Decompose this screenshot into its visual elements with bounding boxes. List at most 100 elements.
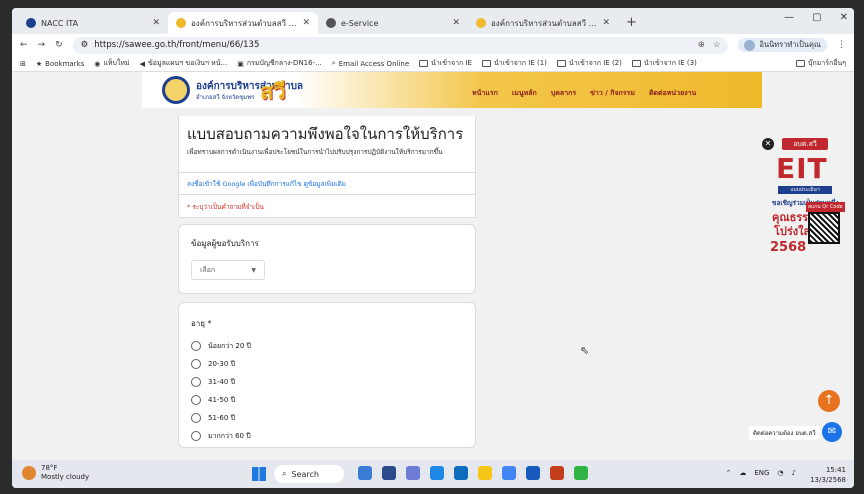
divider bbox=[179, 172, 475, 173]
age-option[interactable]: มากกว่า 60 ปี bbox=[191, 427, 251, 445]
powerpoint-icon[interactable] bbox=[550, 466, 564, 480]
signin-link[interactable]: ลงชื่อเข้าใช้ Google เพื่อบันทึกการแก้ไข… bbox=[187, 179, 346, 189]
star-icon[interactable]: ☆ bbox=[713, 40, 721, 50]
form-title: แบบสอบถามความพึงพอใจในการให้บริการ bbox=[187, 125, 464, 143]
age-option[interactable]: 41-50 ปี bbox=[191, 391, 251, 409]
teams-icon[interactable] bbox=[406, 466, 420, 480]
site-header: องค์การบริหารส่วนตำบล อำเภอสวี จังหวัดชุ… bbox=[142, 72, 762, 108]
other-bookmarks[interactable]: บุ๊กมาร์กอื่นๆ bbox=[796, 58, 846, 69]
wifi-icon[interactable]: ◔ bbox=[777, 469, 783, 477]
weather-widget[interactable]: 78°F Mostly cloudy bbox=[22, 464, 89, 482]
zoom-icon[interactable]: ⊕ bbox=[698, 40, 705, 50]
close-window-icon[interactable]: ✕ bbox=[840, 12, 848, 23]
menu-icon[interactable]: ⋮ bbox=[837, 40, 846, 50]
chevron-down-icon: ▼ bbox=[251, 266, 256, 274]
volume-icon[interactable]: ♪ bbox=[792, 469, 796, 477]
profile-button[interactable]: อินนิทราทำเป็นคุณ bbox=[738, 38, 827, 52]
radio-button[interactable] bbox=[191, 377, 201, 387]
site-nav: หน้าแรก เมนูหลัก บุคลากร ข่าว / กิจกรรม … bbox=[472, 88, 696, 99]
store-icon[interactable] bbox=[454, 466, 468, 480]
form-header-card: แบบสอบถามความพึงพอใจในการให้บริการ เพื่อ… bbox=[178, 116, 476, 218]
close-icon[interactable]: ✕ bbox=[602, 18, 610, 28]
radio-button[interactable] bbox=[191, 341, 201, 351]
language-indicator[interactable]: ENG bbox=[754, 469, 769, 477]
tab-sawee[interactable]: องค์การบริหารส่วนตำบลสวี 13/2 ม.1 ✕ bbox=[168, 12, 318, 34]
windows-start-icon[interactable] bbox=[252, 467, 266, 481]
tab-e-service[interactable]: e-Service ✕ bbox=[318, 12, 468, 34]
reload-icon[interactable]: ↻ bbox=[55, 40, 63, 50]
radio-button[interactable] bbox=[191, 431, 201, 441]
tab-title: องค์การบริหารส่วนตำบลสวี 13/2 ม.1 bbox=[191, 18, 297, 28]
org-logo bbox=[162, 76, 190, 104]
close-icon[interactable]: ✕ bbox=[302, 18, 310, 28]
weather-text: Mostly cloudy bbox=[41, 473, 90, 481]
ad-year: 2568 bbox=[770, 240, 807, 255]
address-bar[interactable]: ⚙ https://sawee.go.th/front/menu/66/135 … bbox=[72, 36, 729, 54]
app-icon[interactable] bbox=[382, 466, 396, 480]
age-option[interactable]: 31-40 ปี bbox=[191, 373, 251, 391]
bookmark-item[interactable]: ◀ ข้อมูลแผนฯ ขอเงินฯ หน้... bbox=[140, 58, 228, 69]
divider bbox=[179, 194, 475, 195]
clock[interactable]: 15:41 13/3/2568 bbox=[810, 465, 846, 485]
bookmark-folder[interactable]: นำเข้าจาก IE (1) bbox=[481, 58, 547, 69]
tab-nacc-ita[interactable]: NACC ITA ✕ bbox=[18, 12, 168, 34]
eit-banner[interactable]: ✕ อบต.สวี EIT แบบประเมินฯ ขอเชิญร่วมเป็น… bbox=[762, 132, 846, 302]
tab-bar: NACC ITA ✕ องค์การบริหารส่วนตำบลสวี 13/2… bbox=[12, 8, 854, 34]
chat-icon[interactable]: ✉ bbox=[822, 422, 842, 442]
word-icon[interactable] bbox=[526, 466, 540, 480]
taskbar-apps bbox=[358, 466, 588, 480]
minimize-icon[interactable]: — bbox=[784, 12, 794, 23]
close-icon[interactable]: ✕ bbox=[762, 138, 774, 150]
bookmark-item[interactable]: ▣ กรมบัญชีกลาง-DN16-... bbox=[237, 58, 322, 69]
new-tab-button[interactable]: + bbox=[618, 12, 645, 34]
temperature: 78°F bbox=[41, 464, 58, 472]
bookmark-folder[interactable]: นำเข้าจาก IE bbox=[419, 58, 472, 69]
onedrive-icon[interactable]: ☁ bbox=[739, 469, 746, 477]
forward-icon[interactable]: → bbox=[38, 40, 46, 50]
question-card-age: อายุ * น้อยกว่า 20 ปี 20-30 ปี 31-40 ปี … bbox=[178, 302, 476, 448]
nav-home[interactable]: หน้าแรก bbox=[472, 88, 498, 99]
page-content: องค์การบริหารส่วนตำบล อำเภอสวี จังหวัดชุ… bbox=[12, 72, 854, 460]
close-icon[interactable]: ✕ bbox=[152, 18, 160, 28]
favicon-icon bbox=[476, 18, 486, 28]
favicon-icon bbox=[326, 18, 336, 28]
nav-staff[interactable]: บุคลากร bbox=[551, 88, 576, 99]
age-option[interactable]: 20-30 ปี bbox=[191, 355, 251, 373]
taskbar-search[interactable]: ⌕ Search bbox=[274, 465, 344, 483]
back-icon[interactable]: ← bbox=[20, 40, 28, 50]
chrome-icon[interactable] bbox=[502, 466, 516, 480]
people-icon[interactable] bbox=[358, 466, 372, 480]
nav-main-menu[interactable]: เมนูหลัก bbox=[512, 88, 537, 99]
chevron-up-icon[interactable]: ⌃ bbox=[725, 469, 731, 477]
apps-icon[interactable]: ⊞ bbox=[20, 60, 26, 68]
close-icon[interactable]: ✕ bbox=[452, 18, 460, 28]
qr-code-icon bbox=[808, 212, 840, 244]
nav-contact[interactable]: ติดต่อหน่วยงาน bbox=[649, 88, 696, 99]
maximize-icon[interactable]: ▢ bbox=[812, 12, 821, 23]
scroll-up-button[interactable]: ↑ bbox=[818, 390, 840, 412]
nav-news[interactable]: ข่าว / กิจกรรม bbox=[590, 88, 635, 99]
bookmark-item[interactable]: ★ Bookmarks bbox=[36, 60, 84, 68]
age-option[interactable]: น้อยกว่า 20 ปี bbox=[191, 337, 251, 355]
bookmark-item[interactable]: ⌕ Email Access Online bbox=[332, 59, 409, 68]
tab-title: องค์การบริหารส่วนตำบลสวี 13/2 ม.1 bbox=[491, 18, 597, 28]
tab-sawee-2[interactable]: องค์การบริหารส่วนตำบลสวี 13/2 ม.1 ✕ bbox=[468, 12, 618, 34]
bookmark-item[interactable]: ◉ แท็บใหม่ bbox=[94, 58, 129, 69]
tab-title: e-Service bbox=[341, 18, 379, 28]
radio-button[interactable] bbox=[191, 359, 201, 369]
bookmark-folder[interactable]: นำเข้าจาก IE (3) bbox=[631, 58, 697, 69]
radio-button[interactable] bbox=[191, 395, 201, 405]
contact-label[interactable]: ติดต่อความต้อง อบต.สวี bbox=[749, 426, 820, 440]
site-info-icon[interactable]: ⚙ bbox=[81, 40, 89, 50]
age-option[interactable]: 51-60 ปี bbox=[191, 409, 251, 427]
bookmark-folder[interactable]: นำเข้าจาก IE (2) bbox=[556, 58, 622, 69]
line-icon[interactable] bbox=[574, 466, 588, 480]
edge-icon[interactable] bbox=[430, 466, 444, 480]
age-options: น้อยกว่า 20 ปี 20-30 ปี 31-40 ปี 41-50 ป… bbox=[191, 337, 251, 445]
org-big-name: สวี bbox=[260, 80, 286, 105]
folder-icon[interactable] bbox=[478, 466, 492, 480]
radio-button[interactable] bbox=[191, 413, 201, 423]
requester-select[interactable]: เลือก ▼ bbox=[191, 260, 265, 280]
system-tray: ⌃ ☁ ENG ◔ ♪ bbox=[725, 469, 796, 477]
ad-org: อบต.สวี bbox=[782, 138, 828, 150]
